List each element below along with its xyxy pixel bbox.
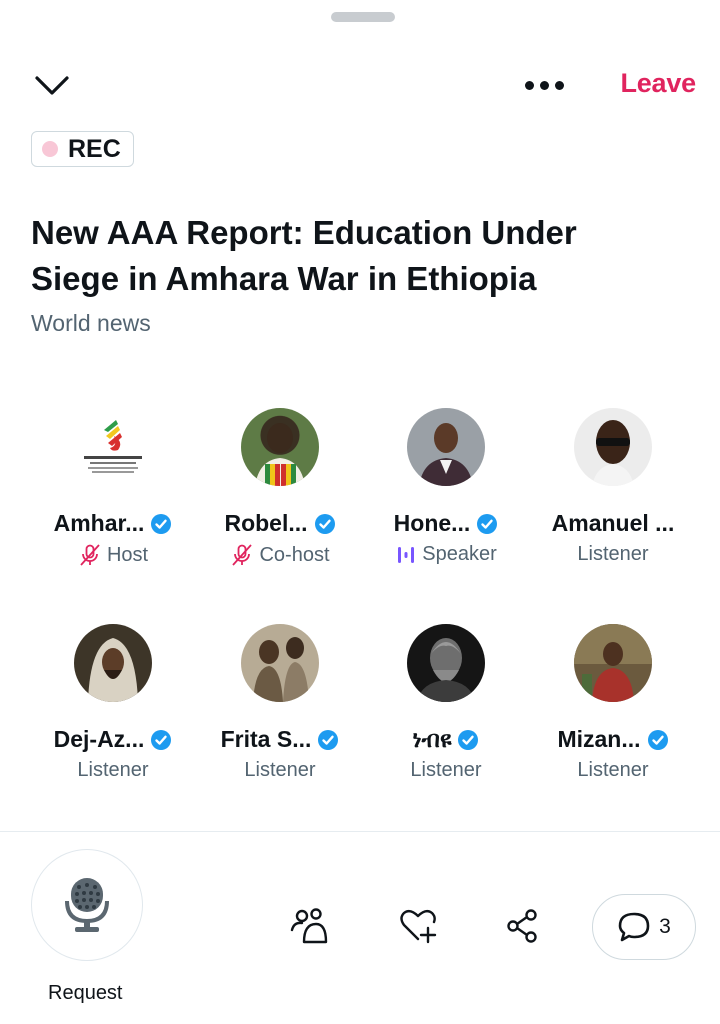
comments-count: 3 [659, 915, 671, 938]
participant-role: Listener [410, 759, 482, 781]
avatar [74, 408, 152, 486]
record-dot-icon [42, 141, 58, 157]
avatar [574, 624, 652, 702]
request-button[interactable] [31, 849, 143, 961]
avatar [241, 624, 319, 702]
participant-name: Amhar... [53, 510, 145, 536]
recording-label: REC [68, 134, 121, 163]
people-icon [290, 908, 328, 944]
participant-card[interactable]: ነብዩ Listener [363, 624, 529, 782]
verified-badge-icon [458, 729, 479, 750]
participant-name: Amanuel ... [551, 510, 675, 536]
space-category: World news [31, 310, 151, 336]
avatar [241, 408, 319, 486]
participant-role: Listener [577, 759, 649, 781]
speaking-bars-icon [398, 546, 415, 563]
participant-card[interactable]: Robel... Co-host [197, 408, 363, 567]
space-title: New AAA Report: Education Under Siege in… [31, 214, 577, 297]
heart-plus-icon [400, 909, 437, 944]
amhara-association-logo-icon [84, 420, 142, 473]
participant-name: Mizan... [557, 726, 641, 752]
participant-name: Dej-Az... [53, 726, 145, 752]
person-photo-icon [255, 423, 305, 486]
avatar [407, 624, 485, 702]
dot-icon [539, 80, 549, 90]
verified-badge-icon [151, 513, 172, 534]
participant-role: Listener [77, 759, 149, 781]
avatar [74, 624, 152, 702]
vintage-photo-icon [253, 637, 309, 702]
footer-divider [0, 831, 720, 832]
participants-button[interactable] [289, 906, 329, 946]
participant-card[interactable]: Frita S... Listener [197, 624, 363, 782]
drag-handle[interactable] [331, 12, 395, 22]
avatar [574, 408, 652, 486]
dot-icon [554, 80, 564, 90]
verified-badge-icon [318, 729, 339, 750]
verified-badge-icon [314, 513, 335, 534]
participant-name: ነብዩ [412, 726, 452, 752]
participant-role: Speaker [422, 543, 497, 565]
participant-card[interactable]: Mizan... Listener [530, 624, 696, 782]
participant-card[interactable]: Amanuel ... Listener [530, 408, 696, 566]
more-options-button[interactable] [516, 70, 572, 100]
mic-off-icon [232, 544, 253, 566]
mic-off-icon [80, 544, 100, 566]
chevron-down-icon [35, 76, 69, 95]
space-sheet: Leave REC New AAA Report: Education Unde… [0, 0, 720, 1024]
participant-name: Frita S... [220, 726, 312, 752]
participant-role: Listener [577, 543, 649, 565]
collapse-button[interactable] [32, 68, 72, 104]
microphone-icon [65, 878, 109, 932]
participant-role: Co-host [259, 543, 330, 566]
person-photo-icon [592, 420, 634, 486]
participant-card[interactable]: Hone... Speaker [363, 408, 529, 566]
painting-photo-icon [88, 638, 138, 702]
recording-badge: REC [31, 131, 134, 167]
comments-button[interactable]: 3 [592, 894, 696, 960]
request-label: Request [48, 982, 123, 1004]
participant-name: Hone... [393, 510, 471, 536]
painting-photo-icon [574, 624, 652, 702]
verified-badge-icon [151, 729, 172, 750]
participant-card[interactable]: Dej-Az... Listener [30, 624, 196, 782]
share-button[interactable] [503, 906, 543, 946]
dot-icon [524, 80, 534, 90]
share-icon [507, 909, 537, 943]
participant-role: Host [106, 543, 149, 566]
verified-badge-icon [477, 513, 498, 534]
participant-card[interactable]: Amhar... Host [30, 408, 196, 567]
participant-role: Listener [244, 759, 316, 781]
comment-bubble-icon [618, 912, 650, 942]
react-button[interactable] [398, 906, 438, 946]
leave-button[interactable]: Leave [620, 68, 696, 99]
avatar [407, 408, 485, 486]
person-photo-icon [419, 423, 473, 486]
verified-badge-icon [647, 729, 668, 750]
statue-photo-icon [417, 638, 475, 702]
participant-name: Robel... [224, 510, 308, 536]
